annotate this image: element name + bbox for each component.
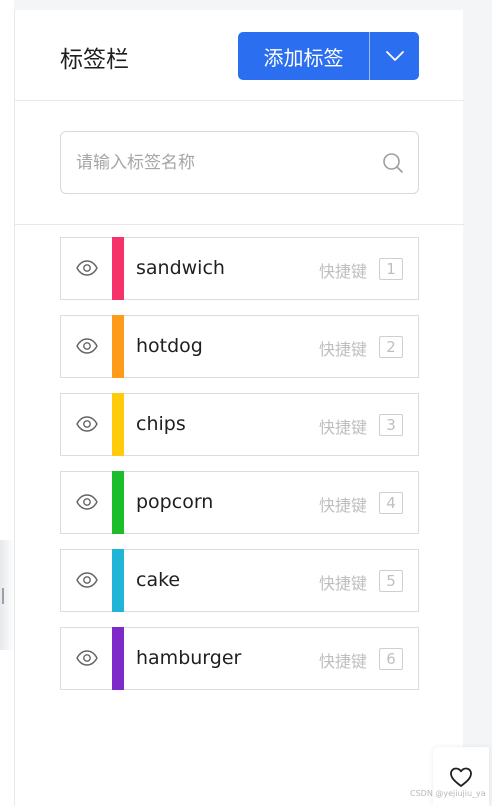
search-icon[interactable] bbox=[382, 152, 404, 174]
label-name: hamburger bbox=[136, 647, 242, 669]
add-label-button[interactable]: 添加标签 bbox=[238, 32, 370, 80]
label-item[interactable]: hamburger 快捷键 6 bbox=[60, 627, 419, 690]
label-color-bar bbox=[112, 393, 124, 456]
shortcut-key: 6 bbox=[379, 648, 403, 670]
search-input[interactable] bbox=[76, 150, 366, 176]
shortcut-label: 快捷键 bbox=[319, 652, 368, 671]
shortcut-label: 快捷键 bbox=[319, 418, 368, 437]
add-label-dropdown-button[interactable] bbox=[370, 32, 419, 80]
watermark: CSDN @yejiujiu_ya bbox=[410, 789, 486, 798]
label-color-bar bbox=[112, 237, 124, 300]
shortcut-label: 快捷键 bbox=[319, 340, 368, 359]
label-item[interactable]: hotdog 快捷键 2 bbox=[60, 315, 419, 378]
label-item[interactable]: popcorn 快捷键 4 bbox=[60, 471, 419, 534]
label-color-bar bbox=[112, 471, 124, 534]
label-list: sandwich 快捷键 1 hotdog 快捷键 2 chips 快捷键 3 bbox=[60, 237, 419, 705]
shortcut-key: 1 bbox=[379, 258, 403, 280]
heart-icon bbox=[450, 767, 472, 787]
label-name: sandwich bbox=[136, 257, 225, 279]
label-color-bar bbox=[112, 315, 124, 378]
search-section bbox=[15, 102, 464, 225]
shortcut-label: 快捷键 bbox=[319, 574, 368, 593]
background-tick bbox=[2, 588, 4, 604]
eye-icon[interactable] bbox=[75, 256, 99, 280]
label-item[interactable]: cake 快捷键 5 bbox=[60, 549, 419, 612]
chevron-down-icon bbox=[385, 51, 404, 61]
panel-header: 标签栏 添加标签 bbox=[15, 10, 464, 101]
label-color-bar bbox=[112, 549, 124, 612]
shortcut-key: 5 bbox=[379, 570, 403, 592]
label-item[interactable]: sandwich 快捷键 1 bbox=[60, 237, 419, 300]
eye-icon[interactable] bbox=[75, 646, 99, 670]
label-name: popcorn bbox=[136, 491, 214, 513]
label-name: chips bbox=[136, 413, 186, 435]
shortcut-label: 快捷键 bbox=[319, 262, 368, 281]
shortcut-key: 4 bbox=[379, 492, 403, 514]
eye-icon[interactable] bbox=[75, 412, 99, 436]
label-item[interactable]: chips 快捷键 3 bbox=[60, 393, 419, 456]
eye-icon[interactable] bbox=[75, 490, 99, 514]
label-panel: 标签栏 添加标签 sandwich 快捷键 bbox=[14, 10, 464, 806]
label-color-bar bbox=[112, 627, 124, 690]
label-name: hotdog bbox=[136, 335, 203, 357]
shortcut-label: 快捷键 bbox=[319, 496, 368, 515]
add-label-button-group: 添加标签 bbox=[238, 32, 419, 80]
search-box bbox=[60, 131, 419, 194]
label-name: cake bbox=[136, 569, 181, 591]
eye-icon[interactable] bbox=[75, 568, 99, 592]
page-title: 标签栏 bbox=[60, 47, 129, 73]
shortcut-key: 3 bbox=[379, 414, 403, 436]
shortcut-key: 2 bbox=[379, 336, 403, 358]
background-window-edge bbox=[0, 0, 14, 806]
eye-icon[interactable] bbox=[75, 334, 99, 358]
